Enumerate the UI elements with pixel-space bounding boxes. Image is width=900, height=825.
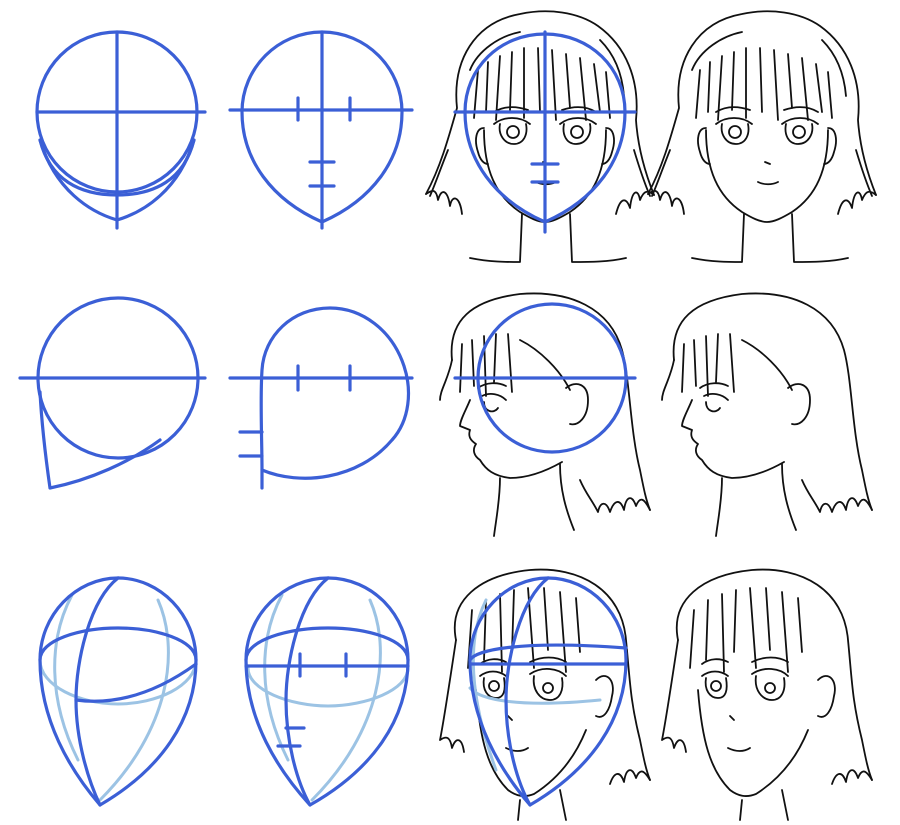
head-drawing-tutorial — [0, 0, 900, 825]
row-side-view — [18, 292, 873, 537]
row-three-quarter-view — [38, 568, 873, 821]
tq-sketch-over-guides — [439, 568, 651, 821]
side-guide-head-shape — [228, 306, 414, 490]
front-guide-head-shape — [228, 30, 414, 230]
side-sketch-over-guides — [439, 292, 651, 537]
side-guide-circle — [18, 296, 207, 490]
tutorial-canvas — [18, 10, 877, 821]
front-sketch-over-guides — [425, 10, 655, 263]
side-final-ink — [661, 292, 873, 537]
front-final-ink — [647, 10, 877, 263]
row-front-view — [35, 10, 877, 263]
tq-final-ink — [661, 568, 873, 821]
tq-guide-head-shape — [244, 576, 410, 807]
tq-guide-sphere — [38, 576, 198, 807]
front-guide-circle — [35, 30, 207, 230]
